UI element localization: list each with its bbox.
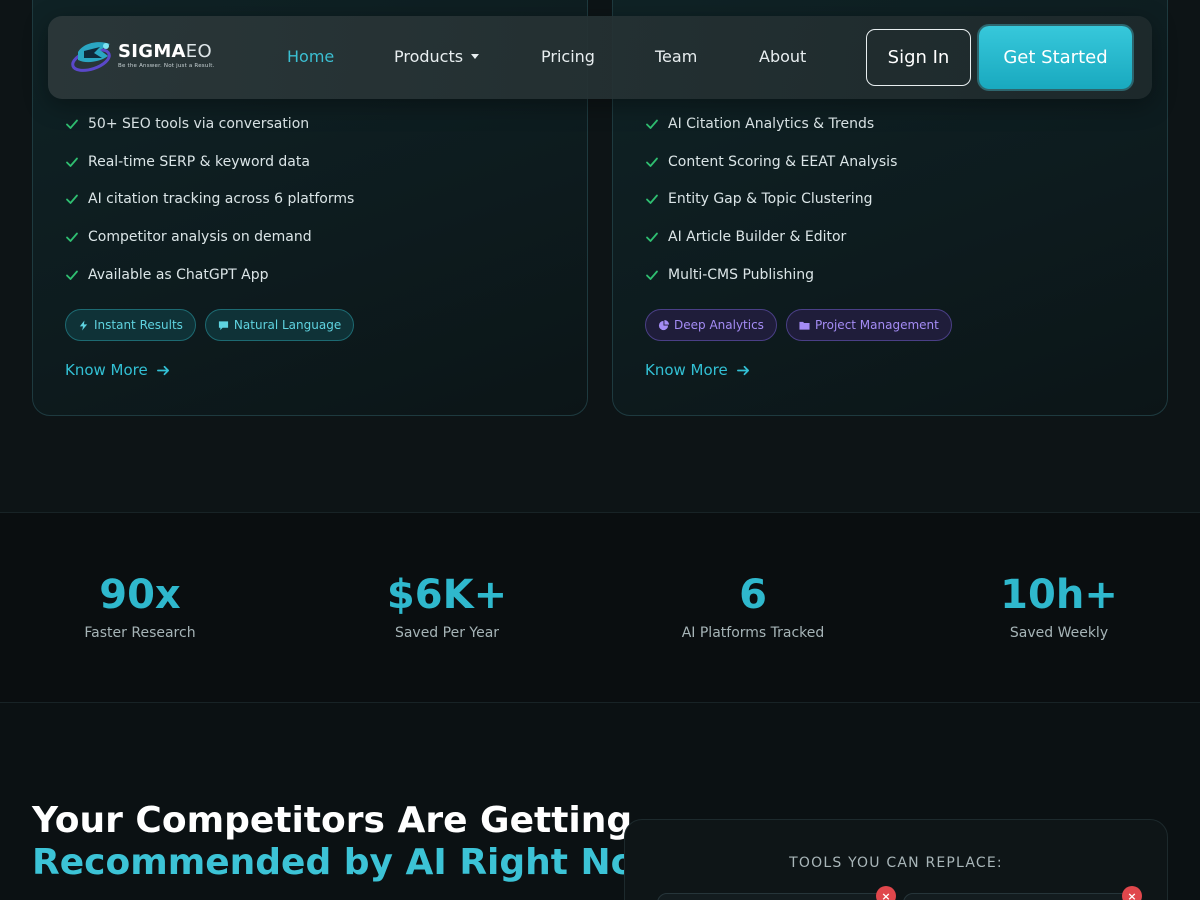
feature-item: Content Scoring & EEAT Analysis (645, 143, 897, 181)
check-icon (646, 119, 658, 129)
check-icon (66, 194, 78, 205)
stat-item: $6K+ Saved Per Year (297, 571, 597, 641)
arrow-right-icon (736, 365, 749, 375)
feature-label: Entity Gap & Topic Clustering (668, 191, 873, 208)
feature-item: Competitor analysis on demand (65, 218, 354, 256)
know-more-label: Know More (645, 361, 728, 379)
feature-label: Multi-CMS Publishing (668, 266, 815, 283)
feature-item: 50+ SEO tools via conversation (65, 105, 354, 143)
brand-logo[interactable]: SIGMAEO Be the Answer. Not just a Result… (70, 38, 215, 74)
check-icon (646, 232, 658, 242)
get-started-button[interactable]: Get Started (979, 26, 1132, 89)
check-icon (66, 119, 78, 129)
remove-x-icon: × (876, 886, 896, 900)
brand-name: SIGMAEO (118, 40, 212, 62)
check-icon (646, 270, 658, 280)
feature-label: AI Article Builder & Editor (668, 228, 847, 245)
feature-item: Multi-CMS Publishing (645, 256, 897, 294)
check-icon (646, 194, 658, 205)
caret-down-icon (471, 54, 480, 59)
tag-label: Project Management (814, 318, 939, 332)
feature-item: AI citation tracking across 6 platforms (65, 180, 354, 218)
heading-line-1: Your Competitors Are Getting (32, 800, 633, 841)
brand-tagline: Be the Answer. Not just a Result. (118, 62, 215, 69)
stat-item: 10h+ Saved Weekly (909, 571, 1200, 641)
stat-value: $6K+ (386, 572, 508, 618)
heading-line-2: Recommended by AI Right Now (32, 842, 669, 883)
remove-x-icon: × (1122, 886, 1142, 900)
card-tags: Instant Results Natural Language (65, 309, 355, 341)
competitors-section: Your Competitors Are Getting Recommended… (0, 703, 1200, 900)
stat-label: Saved Per Year (394, 625, 500, 641)
folder-icon (799, 321, 810, 330)
section-heading: Your Competitors Are Getting Recommended… (32, 800, 669, 884)
feature-label: Competitor analysis on demand (88, 228, 312, 245)
feature-label: Real-time SERP & keyword data (88, 153, 310, 170)
nav-link-label: Products (394, 47, 464, 66)
feature-label: 50+ SEO tools via conversation (88, 115, 310, 132)
sigmaeo-logo-icon (71, 42, 111, 72)
stat-item: 6 AI Platforms Tracked (603, 571, 903, 641)
bolt-icon (79, 319, 88, 331)
tag-label: Deep Analytics (674, 318, 764, 332)
nav-link-home[interactable]: Home (287, 47, 334, 66)
stat-label: AI Platforms Tracked (681, 625, 825, 641)
top-navbar: SIGMAEO Be the Answer. Not just a Result… (48, 16, 1152, 99)
tag-natural-language: Natural Language (204, 309, 355, 341)
feature-item: Real-time SERP & keyword data (65, 143, 354, 181)
stat-value: 90x (99, 572, 181, 618)
tag-project-management: Project Management (785, 309, 952, 341)
tool-chip: × (903, 886, 1142, 900)
stat-item: 90x Faster Research (0, 571, 290, 641)
nav-link-team[interactable]: Team (655, 47, 697, 66)
check-icon (66, 270, 78, 280)
check-icon (646, 157, 658, 167)
stat-label: Saved Weekly (1009, 625, 1109, 641)
feature-label: Content Scoring & EEAT Analysis (668, 153, 898, 170)
tools-replace-panel: TOOLS YOU CAN REPLACE: × × (624, 819, 1168, 900)
sign-in-button[interactable]: Sign In (866, 29, 971, 86)
stats-section: 90x Faster Research $6K+ Saved Per Year … (0, 512, 1200, 703)
tool-chip: × (657, 886, 896, 900)
feature-item: Available as ChatGPT App (65, 256, 354, 294)
feature-label: Available as ChatGPT App (88, 266, 269, 283)
feature-label: AI Citation Analytics & Trends (668, 115, 875, 132)
stat-value: 6 (739, 572, 767, 618)
tag-instant-results: Instant Results (65, 309, 196, 341)
know-more-link[interactable]: Know More (645, 361, 751, 379)
feature-item: AI Citation Analytics & Trends (645, 105, 897, 143)
check-icon (66, 232, 78, 242)
tools-title: TOOLS YOU CAN REPLACE: (789, 855, 1003, 871)
feature-item: AI Article Builder & Editor (645, 218, 897, 256)
nav-link-pricing[interactable]: Pricing (541, 47, 595, 66)
check-icon (66, 157, 78, 167)
feature-label: AI citation tracking across 6 platforms (88, 191, 355, 208)
pie-chart-icon (658, 319, 669, 330)
nav-link-products[interactable]: Products (394, 47, 480, 66)
chat-icon (218, 320, 229, 330)
tag-label: Instant Results (94, 318, 183, 332)
know-more-label: Know More (65, 361, 148, 379)
arrow-right-icon (156, 365, 169, 375)
nav-link-about[interactable]: About (759, 47, 806, 66)
stat-label: Faster Research (84, 625, 196, 641)
feature-list: AI Citation Analytics & Trends Content S… (645, 105, 897, 293)
tag-deep-analytics: Deep Analytics (645, 309, 777, 341)
know-more-link[interactable]: Know More (65, 361, 171, 379)
card-tags: Deep Analytics Project Management (645, 309, 952, 341)
feature-item: Entity Gap & Topic Clustering (645, 180, 897, 218)
feature-list: 50+ SEO tools via conversation Real-time… (65, 105, 354, 293)
tag-label: Natural Language (233, 318, 342, 332)
stat-value: 10h+ (1000, 572, 1118, 618)
